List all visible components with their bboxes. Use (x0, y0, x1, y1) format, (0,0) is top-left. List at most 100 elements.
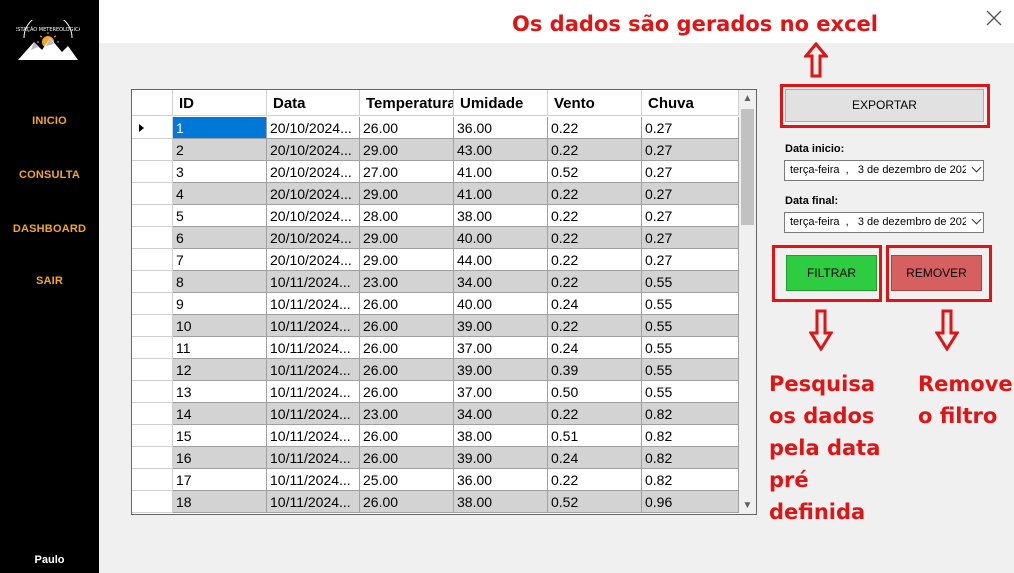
table-cell[interactable]: 10/11/2024... (267, 381, 360, 403)
row-header[interactable] (132, 447, 173, 469)
chevron-down-icon[interactable] (971, 214, 982, 225)
table-cell[interactable]: 41.00 (454, 183, 548, 205)
table-cell[interactable]: 0.22 (548, 205, 642, 227)
table-cell[interactable]: 10/11/2024... (267, 271, 360, 293)
table-cell[interactable]: 41.00 (454, 161, 548, 183)
table-cell[interactable]: 10/11/2024... (267, 315, 360, 337)
table-cell[interactable]: 16 (173, 447, 267, 469)
table-cell[interactable]: 1 (173, 117, 267, 139)
table-cell[interactable]: 20/10/2024... (267, 139, 360, 161)
row-header[interactable] (132, 381, 173, 403)
table-cell[interactable]: 0.82 (642, 469, 739, 491)
table-cell[interactable]: 0.50 (548, 381, 642, 403)
column-header[interactable]: Data (267, 90, 360, 116)
table-cell[interactable]: 25.00 (360, 469, 454, 491)
table-cell[interactable]: 28.00 (360, 205, 454, 227)
row-header[interactable] (132, 425, 173, 447)
table-cell[interactable]: 0.96 (642, 491, 739, 513)
table-row[interactable]: 9 10/11/2024... 26.00 40.00 0.24 0.55 (132, 293, 739, 315)
table-cell[interactable]: 0.22 (548, 117, 642, 139)
table-cell[interactable]: 20/10/2024... (267, 161, 360, 183)
table-cell[interactable]: 36.00 (454, 117, 548, 139)
table-cell[interactable]: 0.55 (642, 337, 739, 359)
row-header[interactable] (132, 161, 173, 183)
table-cell[interactable]: 0.51 (548, 425, 642, 447)
table-cell[interactable]: 26.00 (360, 381, 454, 403)
table-cell[interactable]: 0.22 (548, 139, 642, 161)
table-cell[interactable]: 26.00 (360, 315, 454, 337)
table-row[interactable]: 15 10/11/2024... 26.00 38.00 0.51 0.82 (132, 425, 739, 447)
table-cell[interactable]: 0.55 (642, 381, 739, 403)
scroll-down-icon[interactable]: ▼ (739, 497, 756, 514)
table-cell[interactable]: 7 (173, 249, 267, 271)
table-cell[interactable]: 29.00 (360, 183, 454, 205)
table-cell[interactable]: 5 (173, 205, 267, 227)
table-cell[interactable]: 38.00 (454, 425, 548, 447)
table-cell[interactable]: 37.00 (454, 337, 548, 359)
table-cell[interactable]: 0.27 (642, 227, 739, 249)
table-cell[interactable]: 20/10/2024... (267, 205, 360, 227)
row-header[interactable] (132, 315, 173, 337)
table-cell[interactable]: 0.22 (548, 249, 642, 271)
table-row[interactable]: 7 20/10/2024... 29.00 44.00 0.22 0.27 (132, 249, 739, 271)
nav-consulta[interactable]: CONSULTA (0, 169, 99, 181)
table-cell[interactable]: 34.00 (454, 271, 548, 293)
nav-dashboard[interactable]: DASHBOARD (0, 223, 99, 235)
table-cell[interactable]: 10/11/2024... (267, 359, 360, 381)
row-header[interactable] (132, 183, 173, 205)
table-row[interactable]: 2 20/10/2024... 29.00 43.00 0.22 0.27 (132, 139, 739, 161)
table-cell[interactable]: 29.00 (360, 249, 454, 271)
table-cell[interactable]: 0.55 (642, 315, 739, 337)
table-cell[interactable]: 0.22 (548, 403, 642, 425)
table-cell[interactable]: 0.55 (642, 359, 739, 381)
table-cell[interactable]: 39.00 (454, 447, 548, 469)
table-cell[interactable]: 0.27 (642, 205, 739, 227)
table-cell[interactable]: 36.00 (454, 469, 548, 491)
table-row[interactable]: 16 10/11/2024... 26.00 39.00 0.24 0.82 (132, 447, 739, 469)
table-row[interactable]: 14 10/11/2024... 23.00 34.00 0.22 0.82 (132, 403, 739, 425)
nav-inicio[interactable]: INICIO (0, 115, 99, 127)
table-cell[interactable]: 11 (173, 337, 267, 359)
remove-filter-button[interactable]: REMOVER (891, 255, 982, 291)
filter-button[interactable]: FILTRAR (786, 255, 877, 291)
table-cell[interactable]: 0.27 (642, 249, 739, 271)
table-row[interactable]: 6 20/10/2024... 29.00 40.00 0.22 0.27 (132, 227, 739, 249)
table-cell[interactable]: 26.00 (360, 337, 454, 359)
table-cell[interactable]: 0.22 (548, 183, 642, 205)
table-cell[interactable]: 26.00 (360, 447, 454, 469)
table-cell[interactable]: 26.00 (360, 117, 454, 139)
table-cell[interactable]: 0.39 (548, 359, 642, 381)
table-cell[interactable]: 20/10/2024... (267, 249, 360, 271)
table-cell[interactable]: 20/10/2024... (267, 183, 360, 205)
table-cell[interactable]: 26.00 (360, 491, 454, 513)
table-cell[interactable]: 0.52 (548, 161, 642, 183)
table-cell[interactable]: 37.00 (454, 381, 548, 403)
row-header[interactable] (132, 403, 173, 425)
table-cell[interactable]: 0.24 (548, 293, 642, 315)
table-cell[interactable]: 3 (173, 161, 267, 183)
table-cell[interactable]: 26.00 (360, 359, 454, 381)
table-cell[interactable]: 18 (173, 491, 267, 513)
data-grid[interactable]: ID Data Temperatura Umidade Vento Chuva 1 20/1… (131, 89, 757, 515)
table-row[interactable]: 11 10/11/2024... 26.00 37.00 0.24 0.55 (132, 337, 739, 359)
table-row[interactable]: 4 20/10/2024... 29.00 41.00 0.22 0.27 (132, 183, 739, 205)
table-cell[interactable]: 10/11/2024... (267, 491, 360, 513)
table-cell[interactable]: 23.00 (360, 403, 454, 425)
table-cell[interactable]: 39.00 (454, 315, 548, 337)
table-cell[interactable]: 0.82 (642, 447, 739, 469)
table-row[interactable]: 18 10/11/2024... 26.00 38.00 0.52 0.96 (132, 491, 739, 513)
export-button[interactable]: EXPORTAR (785, 89, 984, 122)
close-icon[interactable] (985, 9, 1003, 27)
table-cell[interactable]: 0.22 (548, 271, 642, 293)
column-header[interactable]: Umidade (454, 90, 548, 116)
table-row[interactable]: 3 20/10/2024... 27.00 41.00 0.52 0.27 (132, 161, 739, 183)
table-cell[interactable]: 34.00 (454, 403, 548, 425)
scroll-thumb[interactable] (741, 109, 754, 225)
table-cell[interactable]: 27.00 (360, 161, 454, 183)
row-header[interactable] (132, 469, 173, 491)
table-cell[interactable]: 0.22 (548, 315, 642, 337)
table-cell[interactable]: 38.00 (454, 491, 548, 513)
table-cell[interactable]: 10/11/2024... (267, 447, 360, 469)
table-cell[interactable]: 20/10/2024... (267, 227, 360, 249)
table-cell[interactable]: 26.00 (360, 425, 454, 447)
